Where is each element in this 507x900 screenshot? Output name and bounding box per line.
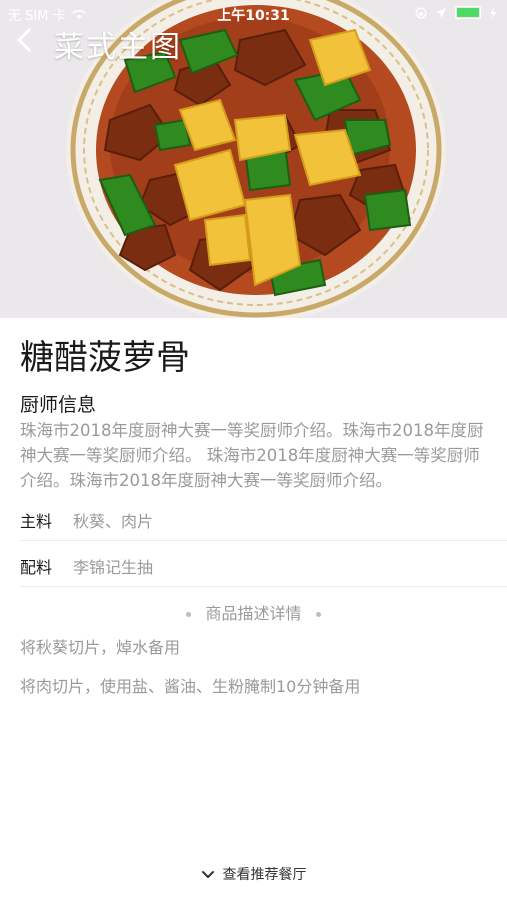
back-button[interactable]	[10, 24, 42, 56]
chef-description: 珠海市2018年度厨神大赛一等奖厨师介绍。珠海市2018年度厨神大赛一等奖厨师介…	[20, 421, 484, 490]
bullet-dot-icon	[186, 612, 192, 617]
description-heading-text: 商品描述详情	[205, 604, 302, 623]
view-recommended-restaurants-label: 查看推荐餐厅	[222, 867, 307, 883]
side-ingredient-label: 配料	[20, 558, 53, 577]
chevron-left-icon	[17, 28, 31, 52]
main-ingredient-row: 主料 秋葵、肉片	[20, 494, 507, 541]
description-step: 将肉切片，使用盐、酱油、生粉腌制10分钟备用	[20, 677, 361, 696]
orientation-lock-icon	[415, 7, 427, 18]
main-ingredient-value: 秋葵、肉片	[73, 512, 154, 531]
battery-icon	[455, 6, 481, 19]
description-section-heading: 商品描述详情	[20, 600, 487, 624]
nav-bar: 菜式主图	[0, 20, 507, 65]
side-ingredient-value: 李锦记生抽	[73, 558, 154, 577]
main-ingredient-label: 主料	[20, 512, 53, 531]
bullet-dot-icon	[315, 612, 321, 617]
location-icon	[436, 7, 446, 18]
charging-icon	[490, 6, 496, 19]
chevron-down-icon	[201, 871, 214, 878]
dish-name: 糖醋菠萝骨	[20, 338, 190, 378]
side-ingredient-row: 配料 李锦记生抽	[20, 540, 507, 587]
nav-title: 菜式主图	[54, 30, 182, 65]
view-recommended-restaurants-button[interactable]: 查看推荐餐厅	[0, 864, 507, 884]
chef-info-heading: 厨师信息	[20, 394, 97, 416]
description-step: 将秋葵切片，焯水备用	[20, 638, 181, 657]
